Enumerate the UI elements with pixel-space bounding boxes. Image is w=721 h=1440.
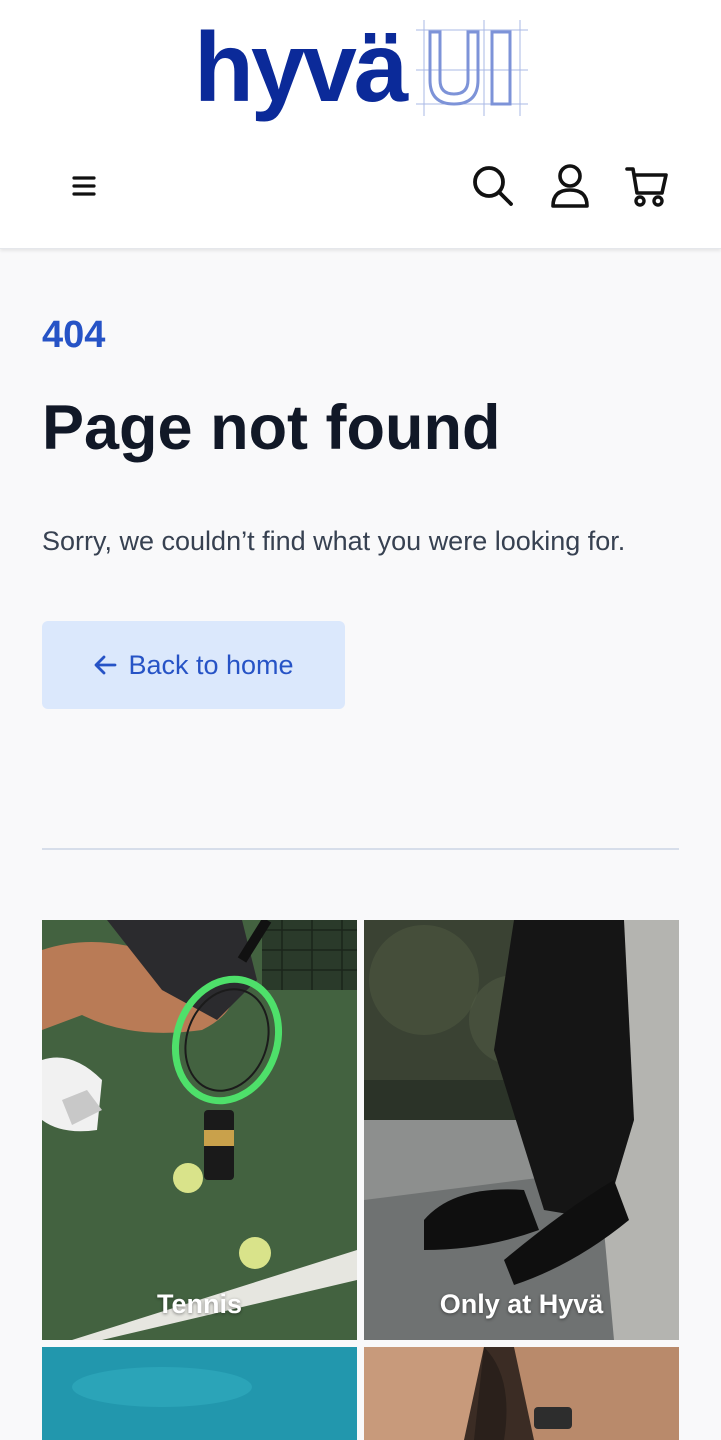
arrow-left-icon bbox=[95, 655, 117, 675]
shoes-image bbox=[364, 920, 679, 1340]
logo-ui-mark bbox=[416, 20, 528, 116]
cart-icon bbox=[625, 167, 668, 207]
search-button[interactable] bbox=[469, 162, 517, 210]
back-to-home-button[interactable]: Back to home bbox=[42, 621, 345, 709]
pool-image bbox=[42, 1347, 357, 1440]
logo[interactable]: hyvä bbox=[194, 18, 528, 132]
error-message: Sorry, we couldn’t find what you were lo… bbox=[42, 526, 626, 556]
account-button[interactable] bbox=[546, 162, 594, 210]
menu-button[interactable] bbox=[60, 162, 108, 210]
category-tile-only-at-hyva[interactable]: Only at Hyvä bbox=[364, 920, 679, 1340]
category-label: Tennis bbox=[156, 1289, 242, 1319]
logo-wordmark: hyvä bbox=[194, 12, 408, 122]
search-icon bbox=[473, 166, 513, 206]
site-header: hyvä bbox=[0, 0, 721, 249]
category-label: Only at Hyvä bbox=[439, 1289, 604, 1319]
watch-image bbox=[364, 1347, 679, 1440]
error-code: 404 bbox=[42, 314, 106, 356]
category-tile-tennis[interactable]: Tennis bbox=[42, 920, 357, 1340]
menu-icon bbox=[72, 176, 96, 196]
divider bbox=[42, 848, 679, 850]
page-title: Page not found bbox=[42, 393, 501, 463]
category-tile-3[interactable] bbox=[42, 1347, 357, 1440]
account-icon bbox=[551, 164, 589, 208]
back-to-home-label: Back to home bbox=[128, 649, 294, 680]
tennis-image bbox=[42, 920, 357, 1340]
category-tile-4[interactable] bbox=[364, 1347, 679, 1440]
cart-button[interactable] bbox=[623, 162, 671, 210]
